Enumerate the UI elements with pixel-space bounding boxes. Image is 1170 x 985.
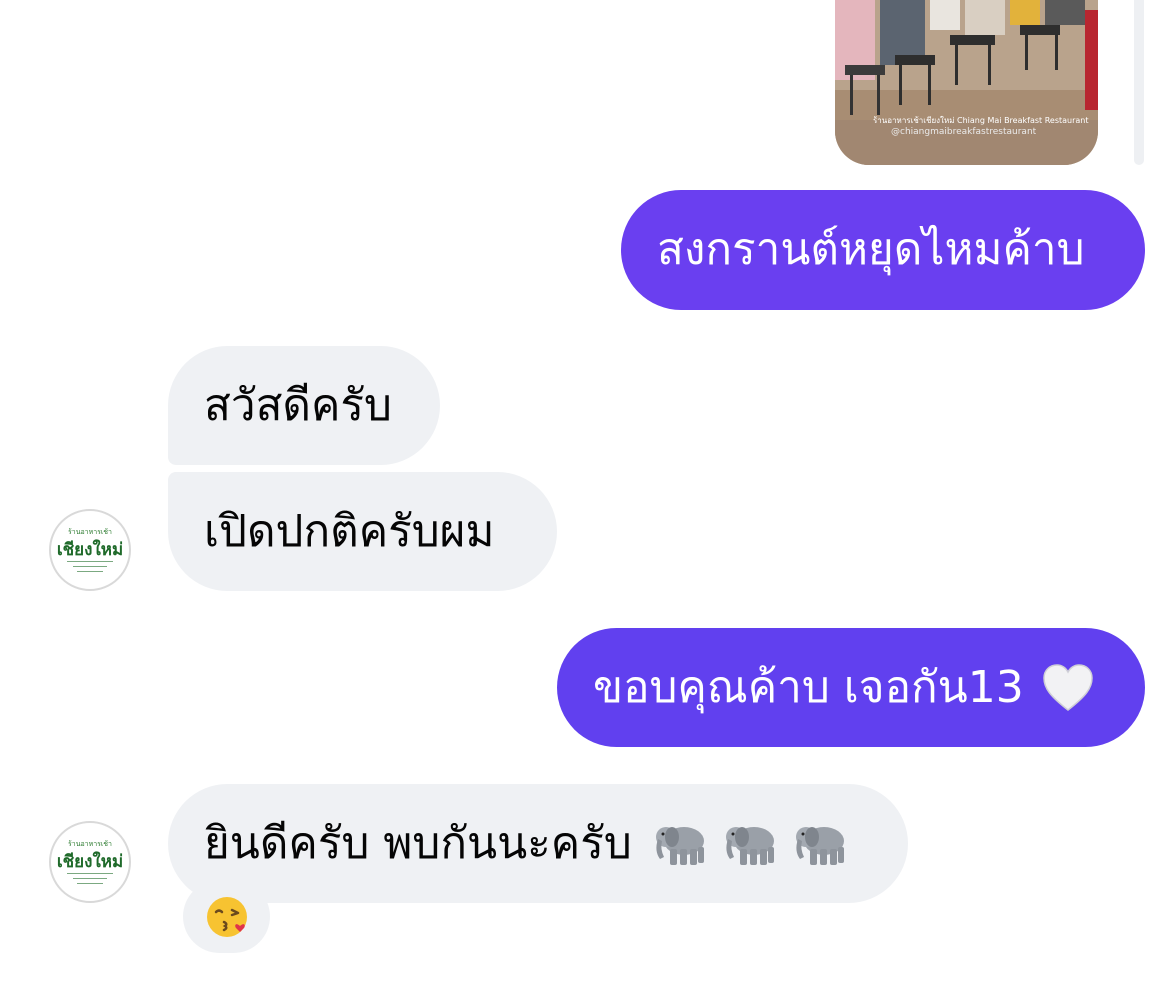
- photo-handle-caption: @chiangmaibreakfastrestaurant: [891, 127, 1037, 137]
- elephant-icon: [655, 826, 704, 865]
- elephant-emoji-group: [652, 821, 848, 867]
- avatar-logo-main: เชียงใหม่: [56, 540, 124, 560]
- elephant-icon: [795, 826, 844, 865]
- scrollbar[interactable]: [1134, 0, 1144, 165]
- avatar-logo-line: [67, 873, 113, 874]
- received-message-bubble[interactable]: สวัสดีครับ: [168, 346, 440, 465]
- restaurant-avatar[interactable]: ร้านอาหารเช้า เชียงใหม่: [49, 509, 131, 591]
- message-text: ยินดีครับ พบกันนะครับ: [204, 817, 632, 869]
- avatar-logo-line: [67, 561, 113, 562]
- sent-message-bubble[interactable]: สงกรานต์หยุดไหมค้าบ: [621, 190, 1145, 310]
- message-text: สงกรานต์หยุดไหมค้าบ: [657, 224, 1085, 275]
- shared-photo[interactable]: ร้านอาหารเช้าเชียงใหม่ Chiang Mai Breakf…: [835, 0, 1098, 165]
- message-text: ขอบคุณค้าบ เจอกัน13: [593, 661, 1024, 713]
- avatar-logo-line: [77, 571, 103, 572]
- message-text: เปิดปกติครับผม: [204, 505, 495, 557]
- photo-location-caption: ร้านอาหารเช้าเชียงใหม่ Chiang Mai Breakf…: [873, 116, 1089, 125]
- message-text: สวัสดีครับ: [204, 379, 392, 431]
- received-message-bubble[interactable]: [183, 880, 270, 953]
- avatar-logo-line: [73, 878, 107, 879]
- sent-message-bubble[interactable]: ขอบคุณค้าบ เจอกัน13: [557, 628, 1145, 747]
- face-blowing-kiss-icon: [206, 896, 247, 937]
- white-heart-icon: [1042, 663, 1093, 711]
- chat-thread: ร้านอาหารเช้าเชียงใหม่ Chiang Mai Breakf…: [0, 0, 1170, 985]
- elephant-icon: [725, 826, 774, 865]
- restaurant-avatar[interactable]: ร้านอาหารเช้า เชียงใหม่: [49, 821, 131, 903]
- avatar-logo-line: [73, 566, 107, 567]
- received-message-bubble[interactable]: ยินดีครับ พบกันนะครับ: [168, 784, 908, 903]
- received-message-bubble[interactable]: เปิดปกติครับผม: [168, 472, 557, 591]
- avatar-logo-line: [77, 883, 103, 884]
- avatar-logo-main: เชียงใหม่: [56, 852, 124, 872]
